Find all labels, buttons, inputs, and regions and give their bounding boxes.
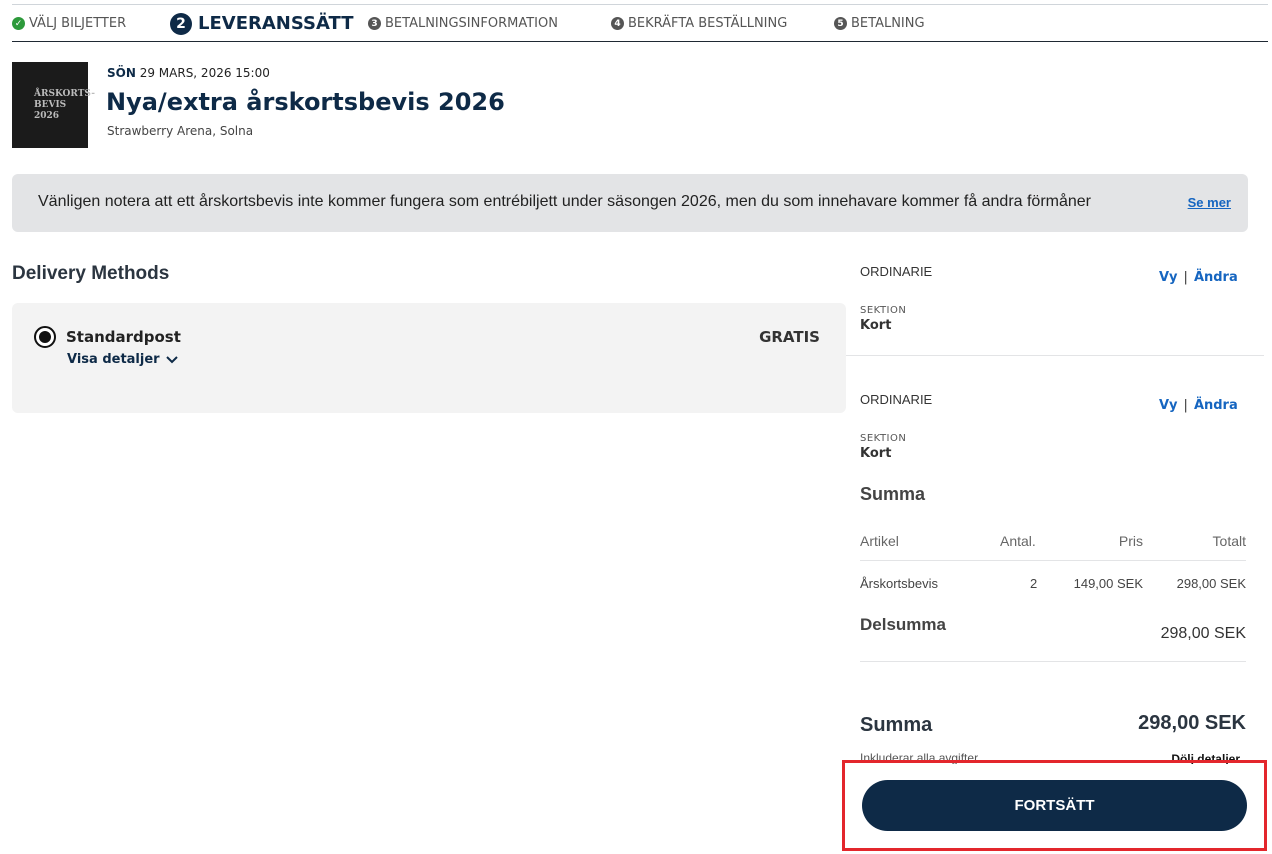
view-link[interactable]: Vy <box>1159 398 1178 413</box>
edit-link[interactable]: Ändra <box>1194 270 1238 285</box>
event-title: Nya/extra årskortsbevis 2026 <box>106 88 505 116</box>
step-label: BETALNING <box>851 16 925 31</box>
ticket-actions: Vy | Ändra <box>1159 270 1238 285</box>
section-value: Kort <box>860 318 892 333</box>
ticket-type: ORDINARIE <box>860 264 933 279</box>
check-icon: ✓ <box>12 17 25 30</box>
event-date: SÖN 29 MARS, 2026 15:00 <box>107 66 270 80</box>
column-header-item: Artikel <box>860 533 899 549</box>
total-label: Summa <box>860 714 933 736</box>
section-label: SEKTION <box>860 433 907 444</box>
thumbnail-text-line: BEVIS 2026 <box>34 99 67 121</box>
event-venue: Strawberry Arena, Solna <box>107 124 254 138</box>
delivery-option-price: GRATIS <box>759 328 820 346</box>
subtotal-label: Delsumma <box>860 615 946 634</box>
see-more-link[interactable]: Se mer <box>1188 195 1231 210</box>
step-label: LEVERANSSÄTT <box>198 13 354 34</box>
column-header-qty: Antal. <box>1000 533 1036 549</box>
row-total: 298,00 SEK <box>1176 576 1246 591</box>
show-details-label: Visa detaljer <box>67 352 160 367</box>
step-betalningsinformation: 3 BETALNINGSINFORMATION <box>368 5 558 42</box>
delivery-option-card[interactable]: Standardpost Visa detaljer GRATIS <box>12 303 846 413</box>
step-label: VÄLJ BILJETTER <box>29 16 127 31</box>
summary-heading: Summa <box>860 484 926 504</box>
event-datetime: 29 MARS, 2026 15:00 <box>135 66 270 80</box>
highlight-box <box>842 760 1267 851</box>
step-leveranssatt: 2 LEVERANSSÄTT <box>170 5 353 42</box>
row-item: Årskortsbevis <box>860 576 939 591</box>
step-number: 3 <box>368 17 381 30</box>
thumbnail-text-line: ÅRSKORTS- <box>34 88 95 99</box>
view-link[interactable]: Vy <box>1159 270 1178 285</box>
delivery-option-name: Standardpost <box>66 328 181 346</box>
total-value: 298,00 SEK <box>1138 712 1246 734</box>
ticket-actions: Vy | Ändra <box>1159 398 1238 413</box>
edit-link[interactable]: Ändra <box>1194 398 1238 413</box>
row-price: 149,00 SEK <box>1073 576 1143 591</box>
subtotal-value: 298,00 SEK <box>1160 625 1246 642</box>
divider <box>860 560 1246 561</box>
column-header-total: Totalt <box>1212 533 1246 549</box>
event-thumbnail: ÅRSKORTS- BEVIS 2026 <box>12 62 95 148</box>
divider <box>860 661 1246 662</box>
section-label: SEKTION <box>860 305 907 316</box>
link-separator: | <box>1183 398 1188 413</box>
ticket-type: ORDINARIE <box>860 392 933 407</box>
step-label: BEKRÄFTA BESTÄLLNING <box>628 16 788 31</box>
delivery-methods-heading: Delivery Methods <box>12 263 170 284</box>
step-betalning: 5 BETALNING <box>834 5 925 42</box>
show-details-toggle[interactable]: Visa detaljer <box>67 352 178 367</box>
step-valj-biljetter[interactable]: ✓ VÄLJ BILJETTER <box>12 5 126 42</box>
row-qty: 2 <box>1030 576 1038 591</box>
chevron-down-icon <box>165 355 178 363</box>
notice-banner: Vänligen notera att ett årskortsbevis in… <box>12 174 1248 232</box>
notice-text: Vänligen notera att ett årskortsbevis in… <box>38 193 1092 210</box>
link-separator: | <box>1183 270 1188 285</box>
delivery-option-radio[interactable] <box>34 326 56 348</box>
step-number: 2 <box>170 12 192 35</box>
step-number: 5 <box>834 17 847 30</box>
divider <box>846 355 1264 356</box>
step-number: 4 <box>611 17 624 30</box>
section-value: Kort <box>860 446 892 461</box>
step-label: BETALNINGSINFORMATION <box>385 16 558 31</box>
step-bekrafta-bestallning: 4 BEKRÄFTA BESTÄLLNING <box>611 5 787 42</box>
column-header-price: Pris <box>1118 533 1143 549</box>
event-day: SÖN <box>107 66 136 80</box>
checkout-steps: ✓ VÄLJ BILJETTER 2 LEVERANSSÄTT 3 BETALN… <box>12 4 1268 42</box>
